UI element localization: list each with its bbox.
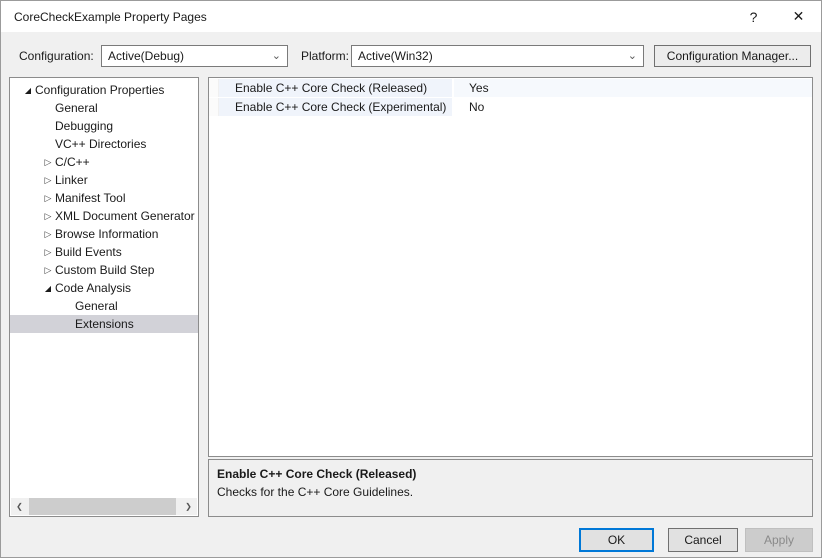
tree-expand-icon[interactable]: ▷: [41, 265, 55, 276]
tree-item[interactable]: ▷ XML Document Generator: [10, 207, 198, 225]
tree-expand-icon[interactable]: ▷: [41, 157, 55, 168]
tree-horizontal-scrollbar[interactable]: ❮ ❯: [11, 498, 197, 515]
ok-button-label: OK: [607, 533, 626, 547]
ok-button[interactable]: OK: [579, 528, 654, 552]
tree-expand-icon[interactable]: ▷: [41, 229, 55, 240]
platform-dropdown[interactable]: Active(Win32) ⌄: [351, 45, 644, 67]
tree-item-label: Browse Information: [55, 227, 159, 241]
tree-item-label: Extensions: [75, 317, 134, 331]
tree-item[interactable]: ◢ Code Analysis: [10, 279, 198, 297]
tree-items: ◢ Configuration Properties General Debug…: [10, 81, 198, 333]
tree-item-label: Build Events: [55, 245, 122, 259]
chevron-down-icon: ⌄: [271, 50, 281, 62]
tree-item[interactable]: ▷ Custom Build Step: [10, 261, 198, 279]
configuration-label: Configuration:: [19, 49, 94, 63]
configuration-manager-button[interactable]: Configuration Manager...: [654, 45, 811, 67]
property-row[interactable]: Enable C++ Core Check (Experimental) No: [209, 98, 812, 117]
tree-item-label: Custom Build Step: [55, 263, 155, 277]
tree-expand-icon[interactable]: ▷: [41, 193, 55, 204]
tree-item[interactable]: VC++ Directories: [10, 135, 198, 153]
cancel-button-label: Cancel: [684, 533, 722, 547]
scrollbar-track[interactable]: [28, 498, 180, 515]
cancel-button[interactable]: Cancel: [668, 528, 738, 552]
tree-item[interactable]: Debugging: [10, 117, 198, 135]
configuration-tree: ◢ Configuration Properties General Debug…: [9, 77, 199, 517]
tree-item-label: C/C++: [55, 155, 90, 169]
configuration-manager-label: Configuration Manager...: [666, 49, 799, 63]
apply-button[interactable]: Apply: [745, 528, 813, 552]
tree-item-label: Debugging: [55, 119, 114, 133]
description-title: Enable C++ Core Check (Released): [217, 467, 417, 481]
tree-item[interactable]: General: [10, 297, 198, 315]
tree-expand-icon[interactable]: ◢: [41, 284, 55, 293]
tree-item-label: Manifest Tool: [55, 191, 126, 205]
row-gutter: [209, 79, 219, 97]
tree-item-label: General: [55, 101, 98, 115]
chevron-down-icon: ⌄: [627, 50, 637, 62]
tree-item-label: General: [75, 299, 118, 313]
property-row[interactable]: Enable C++ Core Check (Released) Yes: [209, 79, 812, 98]
configuration-dropdown-value: Active(Debug): [108, 49, 185, 63]
tree-item-label: XML Document Generator: [55, 209, 195, 223]
description-body: Checks for the C++ Core Guidelines.: [217, 485, 414, 499]
tree-item[interactable]: ▷ Build Events: [10, 243, 198, 261]
tree-item-label: Code Analysis: [55, 281, 132, 295]
tree-item[interactable]: ▷ Manifest Tool: [10, 189, 198, 207]
property-value[interactable]: No: [454, 98, 812, 116]
scrollbar-thumb[interactable]: [29, 498, 176, 515]
tree-item[interactable]: ◢ Configuration Properties: [10, 81, 198, 99]
help-icon[interactable]: ?: [731, 1, 776, 32]
scroll-right-icon[interactable]: ❯: [180, 502, 197, 511]
window-title: CoreCheckExample Property Pages: [14, 9, 207, 24]
description-panel: Enable C++ Core Check (Released) Checks …: [208, 459, 813, 517]
tree-item-label: VC++ Directories: [55, 137, 147, 151]
property-name: Enable C++ Core Check (Experimental): [219, 98, 454, 116]
property-grid: Enable C++ Core Check (Released) Yes Ena…: [208, 77, 813, 457]
tree-expand-icon[interactable]: ▷: [41, 211, 55, 222]
scroll-left-icon[interactable]: ❮: [11, 502, 28, 511]
tree-item-label: Configuration Properties: [35, 83, 165, 97]
titlebar: CoreCheckExample Property Pages ? ✕: [1, 1, 821, 32]
tree-expand-icon[interactable]: ▷: [41, 175, 55, 186]
tree-item-label: Linker: [55, 173, 88, 187]
row-gutter: [209, 98, 219, 116]
close-icon[interactable]: ✕: [776, 1, 821, 32]
tree-item[interactable]: ▷ Linker: [10, 171, 198, 189]
tree-expand-icon[interactable]: ▷: [41, 247, 55, 258]
property-name: Enable C++ Core Check (Released): [219, 79, 454, 97]
configuration-dropdown[interactable]: Active(Debug) ⌄: [101, 45, 288, 67]
tree-item[interactable]: Extensions: [10, 315, 198, 333]
tree-item[interactable]: General: [10, 99, 198, 117]
platform-dropdown-value: Active(Win32): [358, 49, 433, 63]
tree-item[interactable]: ▷ C/C++: [10, 153, 198, 171]
apply-button-label: Apply: [763, 533, 795, 547]
tree-item[interactable]: ▷ Browse Information: [10, 225, 198, 243]
property-grid-rows: Enable C++ Core Check (Released) Yes Ena…: [209, 79, 812, 117]
property-pages-dialog: CoreCheckExample Property Pages ? ✕ Conf…: [0, 0, 822, 558]
tree-expand-icon[interactable]: ◢: [21, 86, 35, 95]
property-value[interactable]: Yes: [454, 79, 812, 97]
platform-label: Platform:: [301, 49, 350, 63]
